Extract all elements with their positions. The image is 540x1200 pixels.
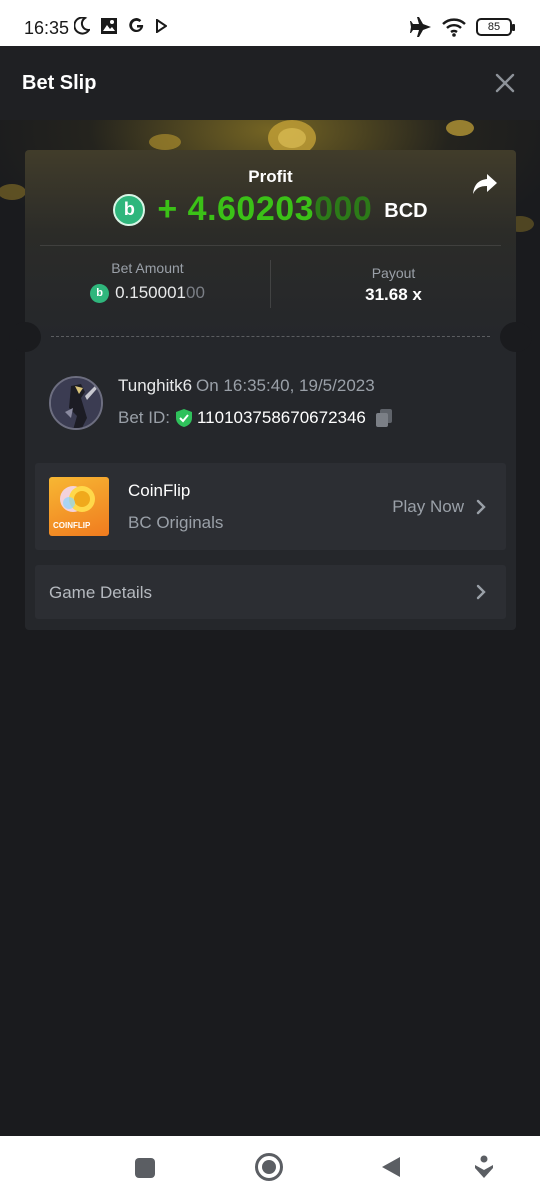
bet-id-line: Bet ID: 110103758670672346	[118, 408, 393, 428]
coinflip-thumbnail: COINFLIP	[49, 477, 109, 536]
avatar[interactable]	[49, 376, 103, 430]
profit-value: + 4.60203000	[157, 190, 372, 229]
profit-row: b + 4.60203000 BCD	[25, 190, 516, 229]
system-nav-bar	[0, 1136, 540, 1200]
play-icon	[156, 19, 167, 33]
back-icon[interactable]	[380, 1155, 402, 1179]
bet-amount-label: Bet Amount	[111, 260, 184, 276]
game-provider: BC Originals	[128, 513, 224, 532]
profit-main: 4.60203	[187, 190, 315, 228]
content-area: Profit b + 4.60203000 BCD Bet Amount b 0…	[0, 120, 540, 1136]
verified-shield-icon	[175, 409, 192, 427]
status-bar: 16:35 85	[0, 0, 540, 46]
game-name: CoinFlip	[128, 481, 191, 500]
battery-level: 85	[487, 21, 501, 33]
chevron-right-icon	[476, 584, 486, 600]
bet-amount-trailing-zeros: 00	[185, 283, 205, 302]
chevron-right-icon	[476, 499, 486, 515]
game-details-row[interactable]: Game Details	[35, 565, 506, 619]
bet-slip-card: Profit b + 4.60203000 BCD Bet Amount b 0…	[9, 150, 532, 630]
profit-trailing-zeros: 000	[314, 190, 373, 228]
photo-icon	[101, 18, 117, 34]
wifi-icon	[442, 18, 466, 37]
close-icon[interactable]	[494, 72, 516, 94]
username[interactable]: Tunghitk6	[118, 376, 192, 395]
status-time: 16:35	[24, 18, 70, 38]
bet-amount-row: b 0.15000100	[25, 283, 270, 303]
profit-sign: +	[157, 190, 188, 228]
status-left-icons	[74, 17, 167, 35]
bcd-coin-icon: b	[113, 193, 146, 226]
share-icon[interactable]	[472, 172, 498, 196]
bet-amount-value: 0.15000100	[115, 283, 205, 303]
home-icon[interactable]	[254, 1152, 284, 1182]
profit-currency: BCD	[384, 200, 428, 222]
play-now-button[interactable]: Play Now	[392, 497, 464, 517]
bet-id-value: 110103758670672346	[196, 408, 366, 427]
dashed-separator	[51, 336, 490, 337]
ticket-notch-right	[500, 322, 532, 352]
bet-amount-main: 0.150001	[115, 283, 186, 302]
bcd-coin-icon-small: b	[90, 283, 110, 303]
battery-icon: 85	[476, 18, 515, 36]
page-title: Bet Slip	[22, 72, 97, 94]
copy-icon[interactable]	[375, 408, 393, 428]
ticket-notch-left	[9, 322, 41, 352]
bet-id-label: Bet ID:	[118, 408, 170, 427]
airplane-icon	[410, 17, 431, 37]
avatar-image	[51, 378, 101, 428]
game-details-label: Game Details	[49, 583, 152, 602]
divider	[40, 245, 501, 246]
thumbnail-label: COINFLIP	[53, 521, 91, 530]
bet-user-line: Tunghitk6 On 16:35:40, 19/5/2023	[118, 376, 375, 396]
profit-label: Profit	[248, 167, 293, 186]
moon-icon	[74, 17, 90, 35]
bet-timestamp: On 16:35:40, 19/5/2023	[196, 376, 375, 395]
header: Bet Slip	[0, 46, 540, 120]
payout-label: Payout	[371, 265, 416, 281]
status-right-icons: 85	[410, 17, 515, 37]
game-card[interactable]: COINFLIP CoinFlip BC Originals Play Now	[35, 463, 506, 550]
google-icon	[129, 18, 144, 33]
payout-value: 31.68 x	[365, 285, 422, 304]
assistant-icon[interactable]	[474, 1155, 494, 1179]
recents-icon[interactable]	[134, 1157, 156, 1179]
